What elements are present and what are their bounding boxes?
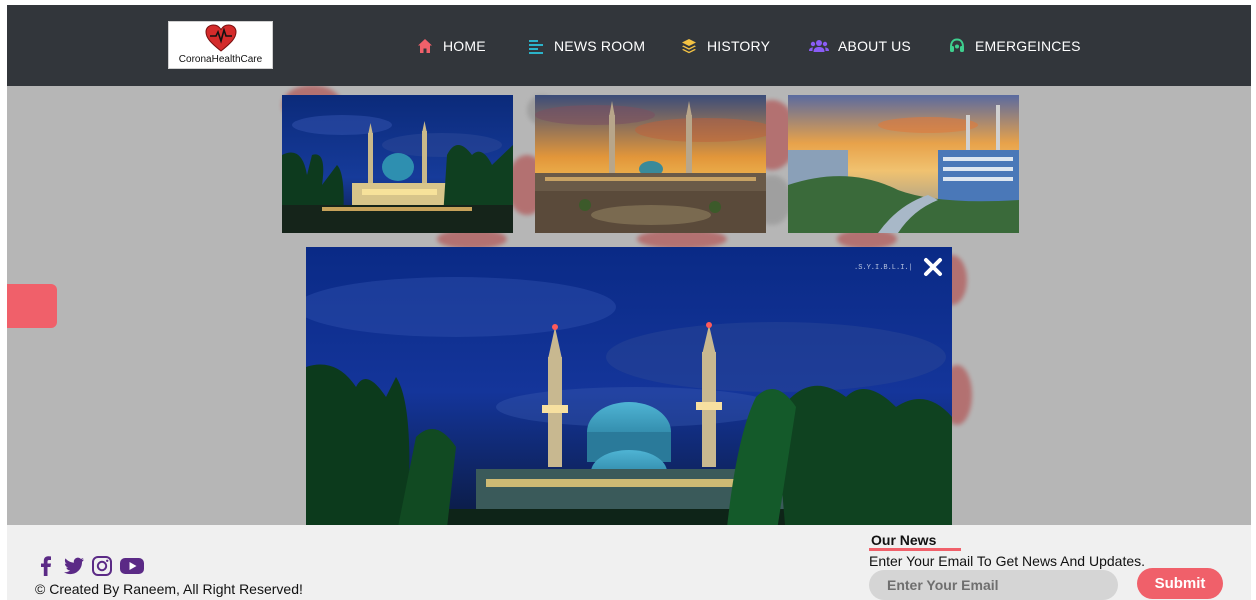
mosque-sunset-image — [535, 95, 766, 233]
nav-label: ABOUT US — [838, 38, 911, 54]
home-icon — [417, 38, 433, 54]
users-icon — [809, 38, 829, 54]
campus-sunset-image — [788, 95, 1019, 233]
nav-label: NEWS ROOM — [554, 38, 646, 54]
submit-button[interactable]: Submit — [1137, 568, 1223, 599]
nav-item-home[interactable]: HOME — [417, 36, 486, 56]
nav-item-news-room[interactable]: NEWS ROOM — [528, 36, 645, 56]
layers-icon — [681, 38, 697, 54]
nav-item-emergeinces[interactable]: EMERGEINCES — [949, 36, 1081, 56]
instagram-icon[interactable] — [91, 555, 113, 577]
top-navbar: CoronaHealthCare HOME NEWS ROOM HISTORY … — [7, 5, 1251, 86]
social-links — [35, 555, 145, 577]
page-frame: CoronaHealthCare HOME NEWS ROOM HISTORY … — [7, 5, 1251, 600]
close-lightbox-button[interactable] — [921, 255, 945, 279]
image-watermark: .S.Y.I.B.L.I.| — [854, 264, 913, 272]
lightbox-image: .S.Y.I.B.L.I.| — [306, 247, 952, 537]
close-icon — [924, 258, 942, 276]
newsletter-description: Enter Your Email To Get News And Updates… — [869, 553, 1146, 569]
newsletter-title-underline — [869, 548, 961, 551]
facebook-icon[interactable] — [35, 555, 57, 577]
gallery-thumbnail[interactable] — [788, 95, 1019, 233]
nav-label: HISTORY — [707, 38, 771, 54]
mosque-night-large-image: .S.Y.I.B.L.I.| — [306, 247, 952, 537]
email-field[interactable] — [869, 570, 1118, 600]
brand-logo[interactable]: CoronaHealthCare — [168, 21, 273, 69]
copyright-text: © Created By Raneem, All Right Reserved! — [35, 581, 303, 597]
nav-label: EMERGEINCES — [975, 38, 1081, 54]
gallery-thumbnail[interactable] — [282, 95, 513, 233]
site-footer: © Created By Raneem, All Right Reserved!… — [7, 525, 1251, 600]
mosque-night-image — [282, 95, 513, 233]
newsletter-title: Our News — [871, 532, 937, 548]
nav-item-about-us[interactable]: ABOUT US — [809, 36, 911, 56]
side-tab-button[interactable] — [7, 284, 57, 328]
twitter-icon[interactable] — [63, 555, 85, 577]
youtube-icon[interactable] — [119, 555, 145, 577]
align-left-icon — [528, 38, 544, 54]
heart-icon — [205, 24, 237, 52]
gallery-thumbnail[interactable] — [535, 95, 766, 233]
nav-label: HOME — [443, 38, 486, 54]
headset-icon — [949, 38, 965, 54]
nav-item-history[interactable]: HISTORY — [681, 36, 770, 56]
brand-name: CoronaHealthCare — [178, 54, 263, 65]
